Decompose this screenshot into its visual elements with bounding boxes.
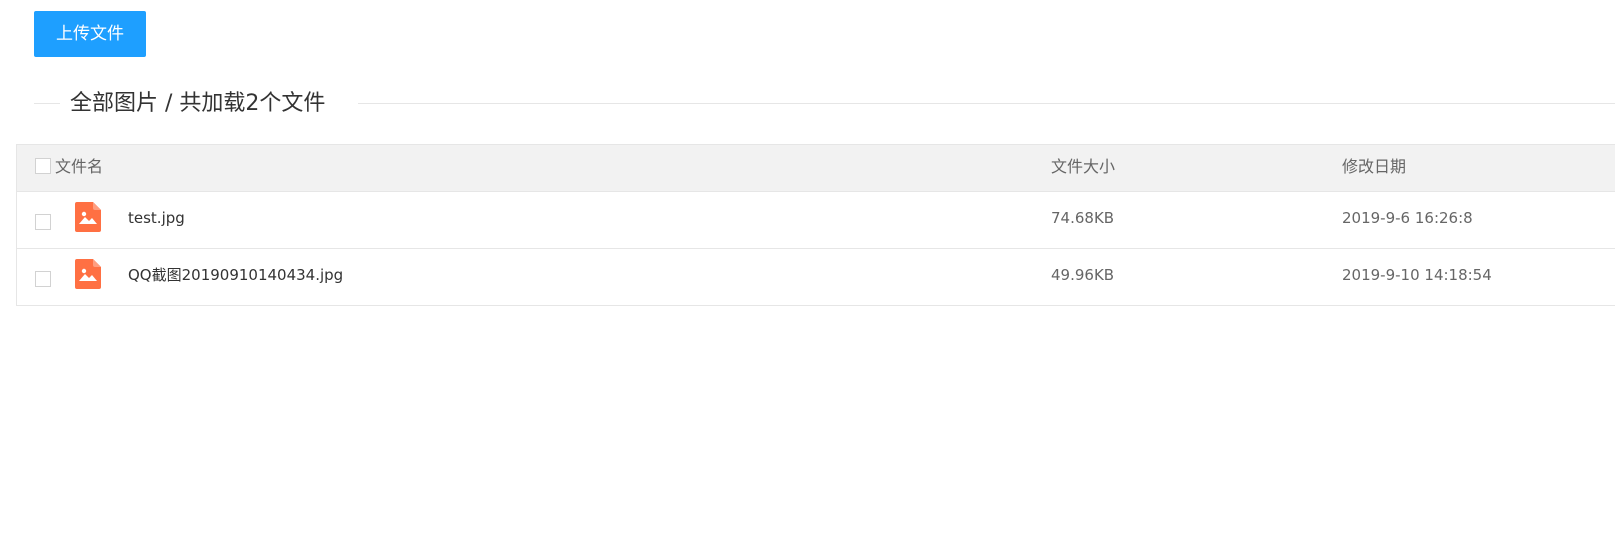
table-header: 文件名 文件大小 修改日期 xyxy=(17,145,1615,192)
image-file-icon xyxy=(75,259,101,289)
table-row[interactable]: QQ截图20190910140434.jpg 49.96KB 2019-9-10… xyxy=(17,249,1615,305)
header-filename[interactable]: 文件名 xyxy=(55,145,103,189)
image-file-icon xyxy=(75,202,101,232)
section-header: 全部图片 / 共加载2个文件 xyxy=(34,88,1615,120)
file-size: 74.68KB xyxy=(1051,209,1115,227)
file-name[interactable]: test.jpg xyxy=(128,192,185,244)
table-row[interactable]: test.jpg 74.68KB 2019-9-6 16:26:8 xyxy=(17,192,1615,249)
header-filesize[interactable]: 文件大小 xyxy=(1051,145,1115,189)
header-modified-date[interactable]: 修改日期 xyxy=(1342,145,1406,189)
select-all-checkbox[interactable] xyxy=(35,158,51,174)
divider-right xyxy=(358,103,1615,104)
upload-file-button[interactable]: 上传文件 xyxy=(34,11,146,57)
row-checkbox[interactable] xyxy=(35,271,51,287)
divider-left xyxy=(34,103,60,104)
file-modified-date: 2019-9-10 14:18:54 xyxy=(1342,266,1492,284)
row-checkbox[interactable] xyxy=(35,214,51,230)
section-legend: 全部图片 / 共加载2个文件 xyxy=(70,91,326,116)
file-table: 文件名 文件大小 修改日期 test.jpg 74.68KB 2019-9-6 … xyxy=(16,144,1615,306)
file-size: 49.96KB xyxy=(1051,266,1115,284)
file-name[interactable]: QQ截图20190910140434.jpg xyxy=(128,249,343,301)
file-modified-date: 2019-9-6 16:26:8 xyxy=(1342,209,1473,227)
file-manager-page: 上传文件 全部图片 / 共加载2个文件 文件名 文件大小 修改日期 test.j… xyxy=(0,0,1615,538)
